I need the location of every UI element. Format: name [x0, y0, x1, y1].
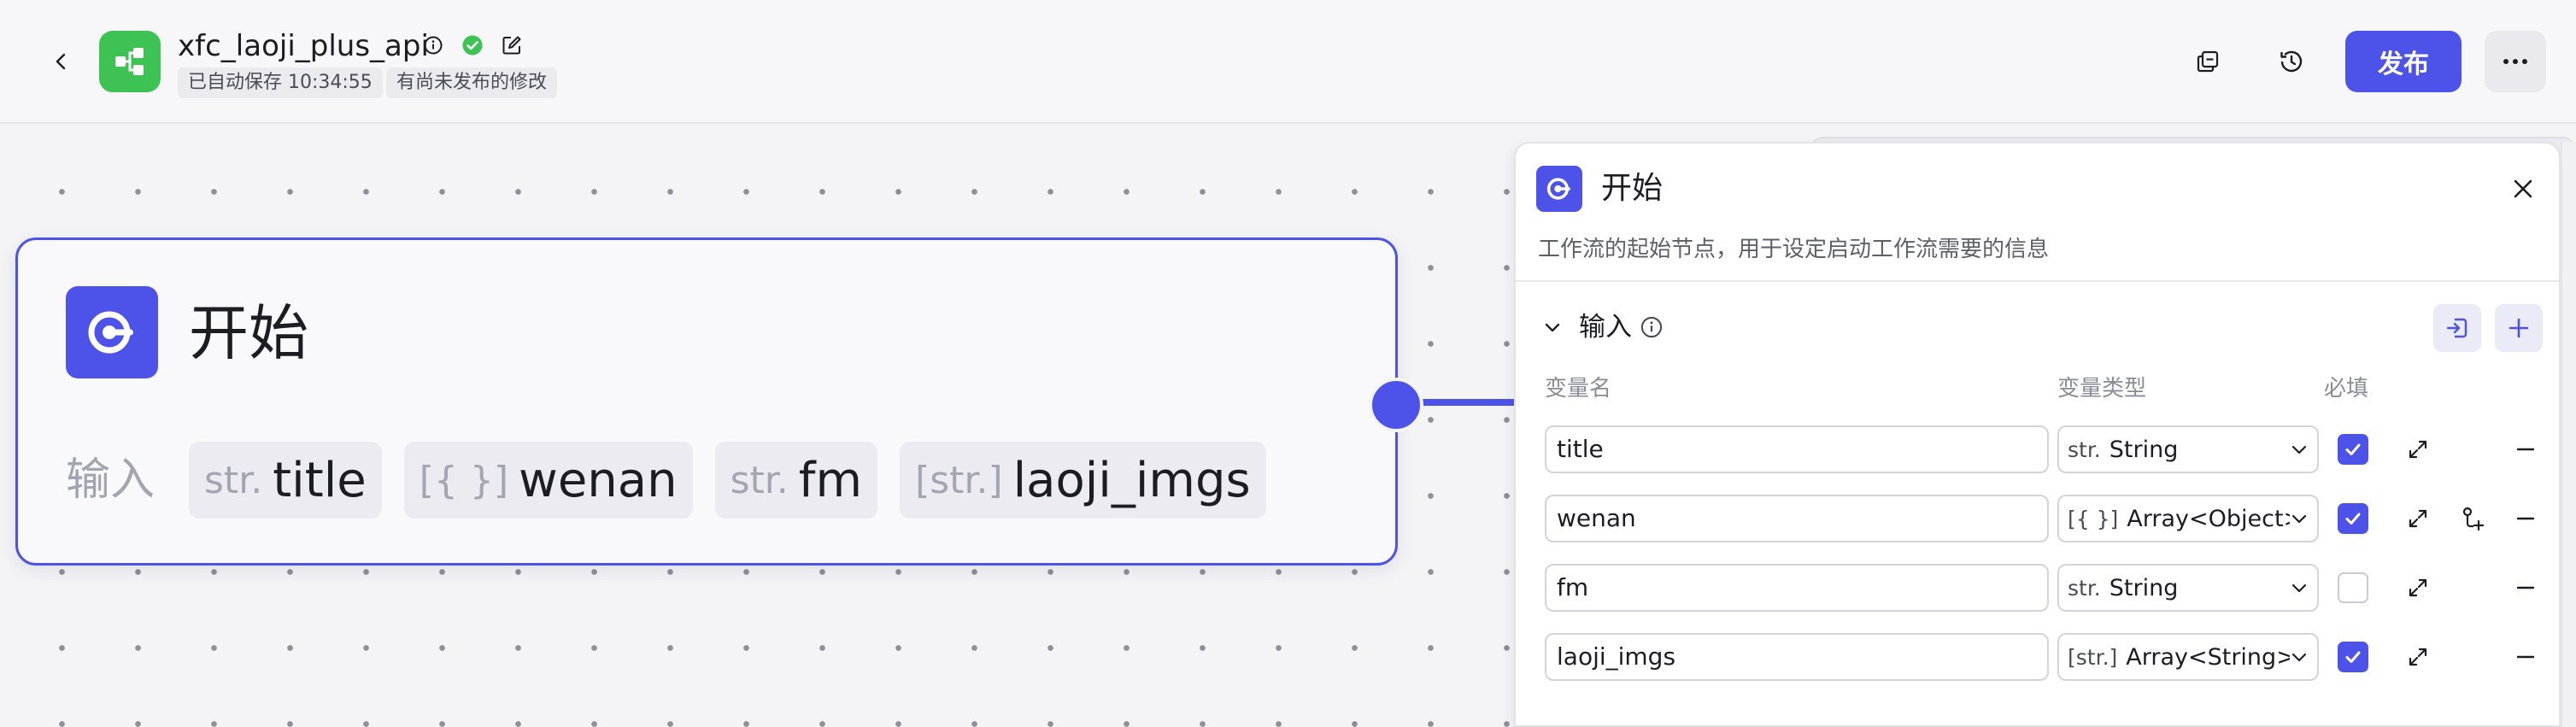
connection-edge: [1423, 399, 1517, 406]
string-array-type-icon: [str.]: [915, 458, 1003, 502]
string-type-icon: str.: [2068, 437, 2101, 462]
variable-type-value: Array<String>: [2126, 643, 2290, 671]
close-icon[interactable]: [2503, 169, 2543, 208]
required-checkbox[interactable]: [2338, 503, 2368, 534]
remove-variable-icon[interactable]: [2509, 501, 2543, 536]
app-logo-icon: [99, 31, 161, 92]
node-variable-tag: [str.] laoji_imgs: [900, 442, 1266, 519]
divider: [1516, 280, 2559, 282]
start-node-icon: [66, 286, 158, 378]
info-icon[interactable]: [420, 32, 446, 58]
more-icon[interactable]: [2485, 31, 2546, 92]
remove-variable-icon[interactable]: [2509, 432, 2543, 466]
chevron-down-icon[interactable]: [1538, 313, 1567, 342]
variable-type-select[interactable]: [{ }] Array<Object>: [2057, 495, 2319, 542]
chevron-down-icon: [2291, 653, 2307, 662]
remove-variable-icon[interactable]: [2509, 640, 2543, 674]
workflow-header: xfc_laoji_plus_api 已自动保存 10:34:55 有尚未发布的…: [0, 0, 2576, 124]
chevron-down-icon: [2291, 514, 2307, 524]
node-variable-tag: [{ }] wenan: [403, 442, 693, 519]
variable-type-select[interactable]: str. String: [2057, 425, 2319, 473]
expand-icon[interactable]: [2401, 640, 2435, 674]
node-settings-panel: 开始 工作流的起始节点，用于设定启动工作流需要的信息 输入 变量名 变量类型 必…: [1514, 142, 2561, 727]
node-variable-list: str. title [{ }] wenan str. fm [str.] la…: [189, 442, 1266, 519]
verified-check-icon: [460, 32, 485, 58]
unpublished-changes-chip: 有尚未发布的修改: [386, 67, 558, 98]
autosave-chip: 已自动保存 10:34:55: [178, 67, 383, 98]
remove-variable-icon[interactable]: [2509, 571, 2543, 605]
variable-row: fm str. String: [1516, 564, 2559, 612]
add-variable-button[interactable]: [2495, 304, 2543, 352]
output-port[interactable]: [1369, 378, 1423, 432]
back-arrow-icon[interactable]: [44, 44, 79, 79]
copy-icon[interactable]: [2184, 38, 2232, 85]
node-variable-tag: str. title: [189, 442, 382, 519]
history-icon[interactable]: [2268, 38, 2315, 85]
node-variable-name: laoji_imgs: [1012, 452, 1251, 508]
app-title: xfc_laoji_plus_api: [178, 29, 429, 63]
info-icon[interactable]: [1637, 313, 1666, 342]
variable-row: wenan [{ }] Array<Object>: [1516, 495, 2559, 542]
variable-row: title str. String: [1516, 425, 2559, 473]
required-checkbox[interactable]: [2338, 434, 2368, 465]
edit-icon[interactable]: [499, 32, 525, 58]
node-input-label: 输入: [66, 454, 155, 506]
panel-title: 开始: [1601, 171, 1664, 206]
node-title: 开始: [189, 298, 308, 368]
node-variable-name: wenan: [519, 452, 678, 508]
expand-icon[interactable]: [2401, 571, 2435, 605]
column-header-name: 变量名: [1545, 376, 1612, 402]
panel-edge: [2561, 142, 2576, 727]
expand-icon[interactable]: [2401, 432, 2435, 466]
chevron-down-icon: [2291, 583, 2307, 593]
start-node[interactable]: 开始 输入 str. title [{ }] wenan str. fm [st…: [15, 237, 1398, 566]
node-variable-tag: str. fm: [714, 442, 878, 519]
variable-type-value: String: [2109, 574, 2179, 601]
object-array-type-icon: [{ }]: [419, 458, 509, 502]
column-header-required: 必填: [2324, 376, 2369, 402]
expand-icon[interactable]: [2401, 501, 2435, 536]
required-checkbox[interactable]: [2338, 572, 2368, 603]
required-checkbox[interactable]: [2338, 642, 2368, 672]
chevron-down-icon: [2291, 445, 2307, 454]
variable-name-input[interactable]: laoji_imgs: [1545, 633, 2049, 681]
node-variable-name: title: [273, 452, 367, 508]
variable-row: laoji_imgs [str.] Array<String>: [1516, 633, 2559, 681]
variable-name-input[interactable]: title: [1545, 425, 2049, 473]
start-node-icon: [1536, 166, 1582, 212]
variable-type-select[interactable]: [str.] Array<String>: [2057, 633, 2319, 681]
variable-type-select[interactable]: str. String: [2057, 564, 2319, 612]
string-array-type-icon: [str.]: [2068, 644, 2118, 670]
object-array-type-icon: [{ }]: [2068, 506, 2119, 531]
variable-name-input[interactable]: wenan: [1545, 495, 2049, 542]
add-child-variable-icon[interactable]: [2456, 501, 2490, 536]
import-icon[interactable]: [2433, 304, 2481, 352]
column-header-type: 变量类型: [2057, 376, 2147, 402]
string-type-icon: str.: [2068, 575, 2101, 601]
string-type-icon: str.: [204, 458, 263, 502]
variable-type-value: Array<Object>: [2127, 505, 2290, 532]
string-type-icon: str.: [730, 458, 789, 502]
input-section-title: 输入: [1579, 312, 1632, 343]
publish-button[interactable]: 发布: [2345, 31, 2462, 92]
variable-type-value: String: [2109, 436, 2179, 463]
variable-name-input[interactable]: fm: [1545, 564, 2049, 612]
node-variable-name: fm: [798, 452, 863, 508]
panel-description: 工作流的起始节点，用于设定启动工作流需要的信息: [1538, 237, 2050, 262]
